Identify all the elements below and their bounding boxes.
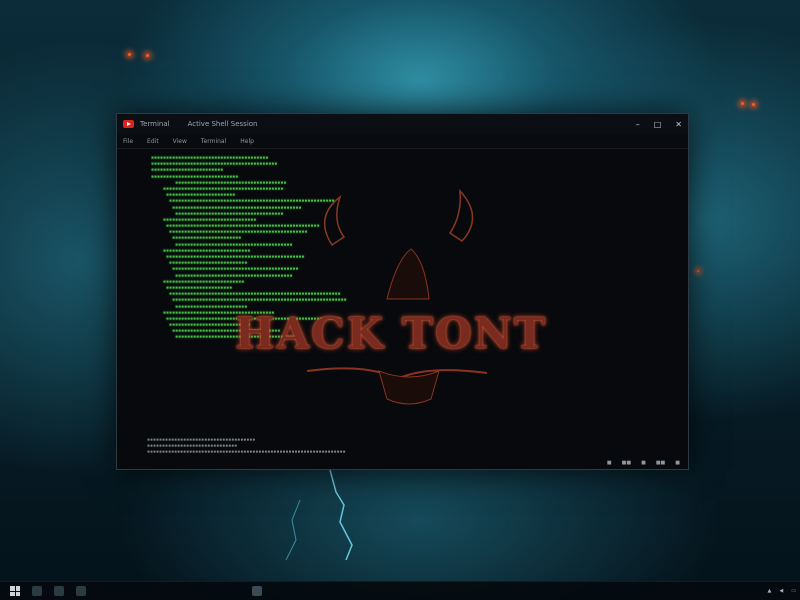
maximize-button[interactable]: □ [654,120,662,129]
volume-icon[interactable]: ◀ [779,588,783,594]
terminal-icon[interactable] [252,586,262,596]
status-icon: ■ [641,460,646,466]
menu-file[interactable]: File [123,138,133,145]
status-icon: ■■ [655,460,666,466]
window-titlebar[interactable]: Terminal Active Shell Session – □ ✕ [117,114,688,134]
app-icon [123,120,134,128]
status-icon: ■ [675,460,680,466]
close-button[interactable]: ✕ [675,120,682,129]
menu-bar: File Edit View Terminal Help [117,134,688,149]
taskbar: ▲ ◀ ▭ [0,581,800,600]
window-title: Terminal [140,120,170,128]
logo-text: HACK TONT [235,309,548,358]
status-bar: ■ ■■ ■ ■■ ■ [117,457,688,469]
status-icon: ■■ [621,460,632,466]
status-icon: ■ [606,460,612,466]
menu-view[interactable]: View [173,138,187,145]
terminal-footer-lines: ▪▪▪▪▪▪▪▪▪▪▪▪▪▪▪▪▪▪▪▪▪▪▪▪▪▪▪▪▪▪▪▪▪▪▪▪ ▪▪▪▪… [147,437,387,457]
network-icon[interactable]: ▲ [768,588,772,594]
hack-emblem [306,188,488,405]
menu-edit[interactable]: Edit [147,138,159,145]
taskview-icon[interactable] [54,586,64,596]
minimize-button[interactable]: – [636,120,640,129]
files-icon[interactable] [76,586,86,596]
notification-icon[interactable]: ▭ [791,588,796,594]
menu-terminal[interactable]: Terminal [201,138,226,145]
start-icon[interactable] [10,586,20,596]
terminal-output[interactable]: ▪▪▪▪▪▪▪▪▪▪▪▪▪▪▪▪▪▪▪▪▪▪▪▪▪▪▪▪▪▪▪▪▪▪▪▪▪▪▪ ▪… [117,149,688,457]
menu-help[interactable]: Help [240,138,254,145]
search-icon[interactable] [32,586,42,596]
system-tray: ▲ ◀ ▭ [768,588,800,594]
terminal-window[interactable]: Terminal Active Shell Session – □ ✕ File… [116,113,689,470]
window-subtitle: Active Shell Session [187,120,258,128]
